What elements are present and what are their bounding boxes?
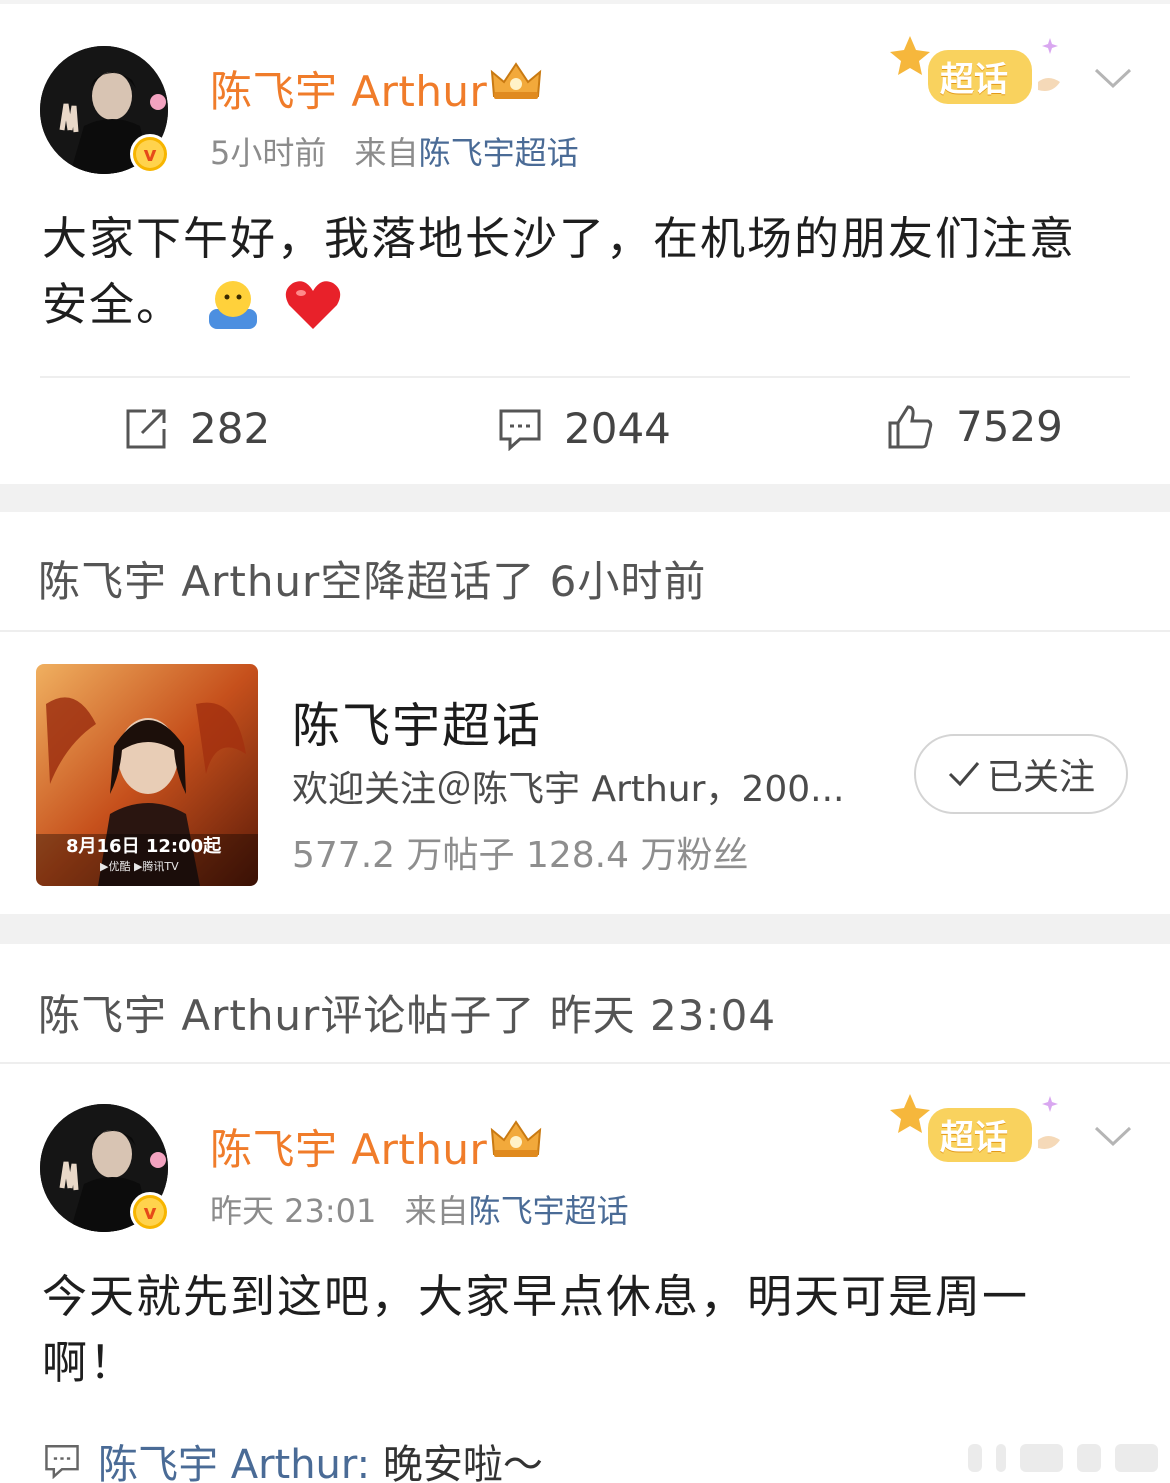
like-count: 7529 [956, 402, 1063, 451]
crown-icon [490, 62, 542, 99]
post-meta: 昨天 23:01 来自陈飞宇超话 [210, 1186, 629, 1232]
divider [40, 376, 1130, 378]
top-divider [0, 0, 1170, 4]
chaohua-label: 超话 [940, 1118, 1008, 1158]
section-separator [0, 484, 1170, 512]
thumbs-up-icon [888, 404, 933, 448]
post-text: 大家下午好，我落地长沙了，在机场的朋友们注意 安全。 [42, 206, 1142, 338]
follow-label: 已关注 [986, 757, 1095, 798]
child-emoji-icon [209, 281, 258, 329]
comment-text: 晚安啦～ [382, 1442, 543, 1483]
watermark-bars [968, 1438, 1159, 1478]
avatar[interactable]: v [40, 1104, 170, 1232]
chevron-down-icon[interactable] [1092, 1120, 1134, 1150]
post-text-line: 今天就先到这吧，大家早点休息，明天可是周一 [42, 1270, 1030, 1323]
chaohua-badge[interactable]: 超话 [888, 28, 1078, 118]
source-link[interactable]: 陈飞宇超话 [419, 134, 579, 172]
username[interactable]: 陈飞宇 Arthur [210, 1116, 487, 1177]
chevron-down-icon[interactable] [1092, 62, 1134, 92]
topic-poster: 8月16日 12:00起 ▶优酷 ▶腾讯TV [36, 664, 258, 886]
activity-title: 陈飞宇 Arthur评论帖子了 昨天 23:04 [38, 991, 777, 1040]
comment-button[interactable]: 2044 [498, 404, 671, 453]
chaohua-label: 超话 [940, 60, 1008, 100]
follow-button[interactable]: 已关注 [914, 734, 1128, 814]
verified-badge-icon: v [130, 134, 170, 174]
activity-title: 陈飞宇 Arthur空降超话了 6小时前 [38, 557, 707, 606]
source-link[interactable]: 陈飞宇超话 [469, 1192, 629, 1230]
poster-date: 8月16日 12:00起 [66, 835, 222, 857]
repost-count: 282 [190, 404, 271, 453]
post-text-line: 安全。 [42, 272, 1142, 338]
post-text: 今天就先到这吧，大家早点休息，明天可是周一 啊！ [42, 1264, 1142, 1396]
post-text-line: 啊！ [42, 1336, 137, 1389]
comment-icon [499, 409, 541, 451]
post-text-tail: 安全。 [42, 278, 184, 331]
username[interactable]: 陈飞宇 Arthur [210, 58, 487, 119]
checkmark-icon [948, 762, 980, 787]
verified-badge-icon: v [130, 1192, 170, 1232]
section-separator [0, 914, 1170, 944]
source-prefix: 来自 [404, 1192, 469, 1230]
post-text-line: 大家下午好，我落地长沙了，在机场的朋友们注意 [42, 212, 1077, 265]
topic-stats: 577.2 万帖子 128.4 万粉丝 [292, 835, 749, 876]
avatar[interactable]: v [40, 46, 170, 174]
source-prefix: 来自 [354, 134, 419, 172]
comment-preview[interactable]: 陈飞宇 Arthur: 晚安啦～ [44, 1432, 543, 1483]
divider [0, 630, 1170, 632]
post-time: 昨天 23:01 [210, 1192, 377, 1230]
topic-cover-image[interactable]: 8月16日 12:00起 ▶优酷 ▶腾讯TV [36, 664, 258, 886]
post-meta: 5小时前 来自陈飞宇超话 [210, 128, 579, 174]
comment-icon [45, 1445, 79, 1479]
comment-count: 2044 [564, 404, 671, 453]
post-time: 5小时前 [210, 134, 327, 172]
repost-button[interactable]: 282 [124, 404, 270, 453]
red-heart-icon [285, 281, 341, 329]
chaohua-badge[interactable]: 超话 [888, 1086, 1078, 1176]
topic-description: 欢迎关注＠陈飞宇 Arthur，200... [292, 769, 845, 810]
topic-name[interactable]: 陈飞宇超话 [292, 686, 542, 756]
like-button[interactable]: 7529 [886, 402, 1063, 451]
crown-icon [490, 1120, 542, 1157]
svg-text:▶优酷 ▶腾讯TV: ▶优酷 ▶腾讯TV [100, 859, 179, 873]
repost-icon [126, 409, 166, 448]
divider [0, 1062, 1170, 1064]
comment-author[interactable]: 陈飞宇 Arthur: [98, 1442, 370, 1483]
